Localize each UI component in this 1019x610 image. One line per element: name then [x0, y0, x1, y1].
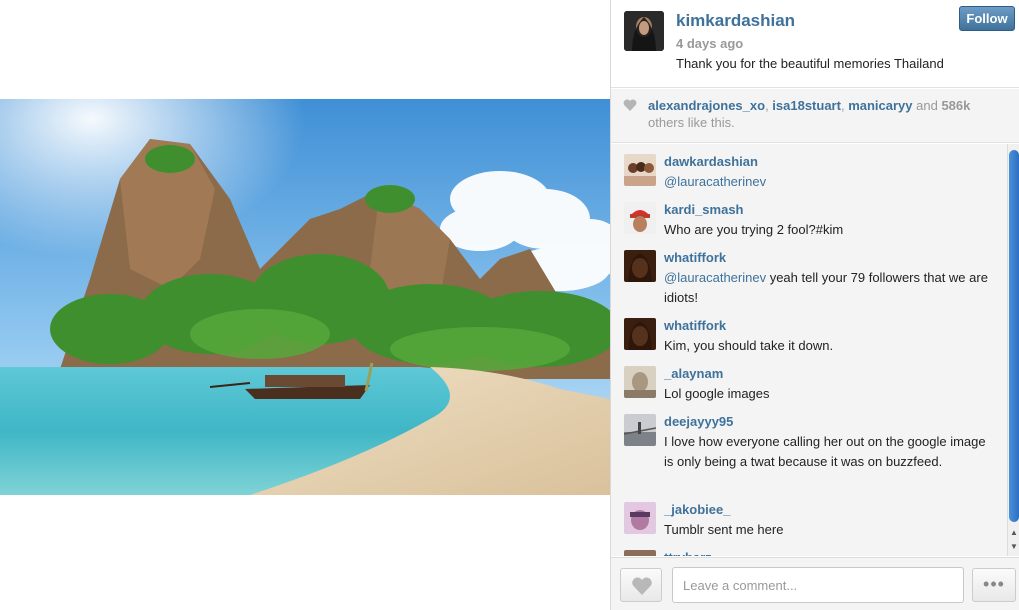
liker-link[interactable]: manicaryy: [848, 98, 912, 113]
comment-item: whatiffork @lauracatherinev yeah tell yo…: [611, 250, 1007, 314]
commenter-avatar[interactable]: [624, 154, 656, 186]
comment-body: I love how everyone calling her out on t…: [664, 434, 986, 469]
post-caption: Thank you for the beautiful memories Tha…: [676, 56, 944, 71]
comment-body: Tumblr sent me here: [664, 522, 784, 537]
heart-icon: [632, 577, 652, 595]
comment-footer: •••: [611, 557, 1019, 610]
comment-text: @lauracatherinev: [664, 172, 994, 192]
commenter-username[interactable]: kardi_smash: [664, 202, 744, 217]
comments-list[interactable]: dawkardashian @lauracatherinev kardi_sma…: [611, 144, 1007, 556]
commenter-avatar[interactable]: [624, 366, 656, 398]
comment-item: dawkardashian @lauracatherinev: [611, 154, 1007, 198]
commenter-username[interactable]: whatiffork: [664, 250, 726, 265]
comment-item: deejayyy95 I love how everyone calling h…: [611, 414, 1007, 498]
comment-item: _jakobiee_ Tumblr sent me here: [611, 502, 1007, 546]
comment-text: Kim, you should take it down.: [664, 336, 994, 356]
commenter-username[interactable]: whatiffork: [664, 318, 726, 333]
like-button[interactable]: [620, 568, 662, 602]
liker-link[interactable]: isa18stuart: [772, 98, 841, 113]
scrollbar-thumb[interactable]: [1009, 150, 1019, 522]
liker-link[interactable]: alexandrajones_xo: [648, 98, 765, 113]
commenter-avatar[interactable]: [624, 250, 656, 282]
likes-line: alexandrajones_xo, isa18stuart, manicary…: [648, 98, 970, 113]
comment-text: Lol google images: [664, 384, 994, 404]
media-area: [0, 0, 610, 610]
comment-text: @lauracatherinev yeah tell your 79 follo…: [664, 268, 994, 308]
comment-text: I love how everyone calling her out on t…: [664, 432, 994, 472]
commenter-avatar[interactable]: [624, 550, 656, 556]
commenter-avatar[interactable]: [624, 202, 656, 234]
comment-item: ttrybarz: [611, 550, 1007, 556]
comments-scrollbar[interactable]: ▲ ▼: [1007, 144, 1019, 556]
more-options-button[interactable]: •••: [972, 568, 1016, 602]
comment-input[interactable]: [672, 567, 964, 603]
commenter-username[interactable]: dawkardashian: [664, 154, 758, 169]
post-detail-panel: kimkardashian 4 days ago Thank you for t…: [610, 0, 1019, 610]
comment-text: Who are you trying 2 fool?#kim: [664, 220, 994, 240]
follow-button[interactable]: Follow: [959, 6, 1015, 31]
comment-body: Lol google images: [664, 386, 770, 401]
post-photo[interactable]: [0, 99, 610, 495]
comment-item: whatiffork Kim, you should take it down.: [611, 318, 1007, 362]
commenter-avatar[interactable]: [624, 318, 656, 350]
comment-mention[interactable]: @lauracatherinev: [664, 174, 766, 189]
comment-body: Kim, you should take it down.: [664, 338, 834, 353]
commenter-username[interactable]: _alaynam: [664, 366, 723, 381]
comment-body: Who are you trying 2 fool?#kim: [664, 222, 844, 237]
likes-and: and: [912, 98, 942, 113]
commenter-username[interactable]: deejayyy95: [664, 414, 733, 429]
scroll-down-arrow-icon[interactable]: ▼: [1010, 542, 1018, 551]
post-header: kimkardashian 4 days ago Thank you for t…: [611, 0, 1019, 88]
post-timestamp: 4 days ago: [676, 36, 744, 51]
author-username[interactable]: kimkardashian: [676, 11, 795, 31]
author-avatar[interactable]: [624, 11, 664, 51]
heart-icon: [623, 99, 637, 111]
comment-item: _alaynam Lol google images: [611, 366, 1007, 410]
likes-summary: alexandrajones_xo, isa18stuart, manicary…: [611, 89, 1019, 143]
comment-text: Tumblr sent me here: [664, 520, 994, 540]
comment-mention[interactable]: @lauracatherinev: [664, 270, 766, 285]
scroll-up-arrow-icon[interactable]: ▲: [1010, 528, 1018, 537]
commenter-avatar[interactable]: [624, 414, 656, 446]
commenter-username[interactable]: ttrybarz: [664, 550, 712, 556]
likes-count[interactable]: 586k: [941, 98, 970, 113]
commenter-username[interactable]: _jakobiee_: [664, 502, 731, 517]
comment-item: kardi_smash Who are you trying 2 fool?#k…: [611, 202, 1007, 246]
commenter-avatar[interactable]: [624, 502, 656, 534]
likes-others-text: others like this.: [648, 115, 735, 130]
